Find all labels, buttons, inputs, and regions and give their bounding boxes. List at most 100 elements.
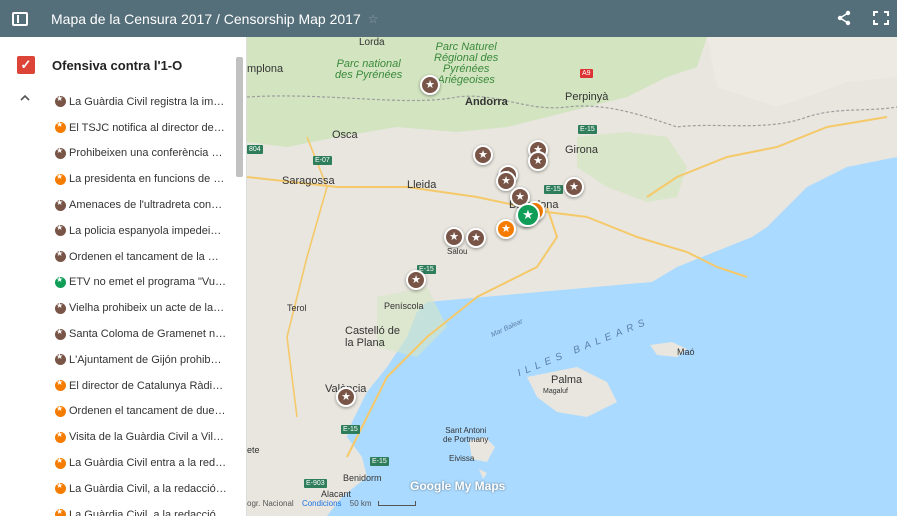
star-marker-icon [55, 172, 66, 185]
share-icon[interactable] [836, 10, 852, 26]
map-marker[interactable]: ★ [420, 75, 440, 95]
list-item-label: Ordenen el tancament de due… [69, 405, 226, 418]
star-marker-icon [55, 507, 66, 516]
list-item[interactable]: Prohibeixen una conferència … [0, 141, 236, 167]
map-label-magaluf: Magaluf [543, 388, 568, 395]
list-item[interactable]: Vielha prohibeix un acte de la… [0, 295, 236, 321]
list-item-label: La Guàrdia Civil entra a la red… [69, 457, 227, 470]
list-item-label: La Guàrdia Civil, a la redacció… [69, 508, 227, 516]
list-item-label: El TSJC notifica al director de… [69, 121, 225, 134]
list-item[interactable]: La Guàrdia Civil entra a la red… [0, 450, 236, 476]
list-item[interactable]: El director de Catalunya Ràdi… [0, 373, 236, 399]
map-marker[interactable]: ★ [564, 177, 584, 197]
list-item-label: La policia espanyola impedei… [69, 224, 222, 237]
star-marker-icon [55, 404, 66, 417]
layer-title[interactable]: Ofensiva contra l'1-O [52, 58, 182, 73]
star-marker-icon [55, 198, 66, 211]
google-my-maps-logo: Google My Maps [410, 479, 506, 493]
map-marker[interactable]: ★ [336, 387, 356, 407]
star-marker-icon [55, 249, 66, 263]
map-label-perpinya: Perpinyà [565, 91, 609, 103]
map-marker[interactable]: ★ [406, 270, 426, 290]
scrollbar[interactable] [236, 57, 243, 177]
list-item[interactable]: Ordenen el tancament de due… [0, 399, 236, 425]
road-shield: E-15 [544, 185, 563, 194]
list-item[interactable]: Santa Coloma de Gramenet n… [0, 321, 236, 347]
star-marker-icon [55, 223, 66, 237]
top-bar: Mapa de la Censura 2017 / Censorship Map… [0, 0, 897, 37]
road-shield: E-15 [341, 425, 360, 434]
list-item-label: Ordenen el tancament de la … [69, 250, 219, 263]
road-shield: E-903 [304, 479, 327, 488]
map-label-parc-national: Parc national des Pyrénées [335, 58, 403, 81]
list-item[interactable]: La presidenta en funcions de … [0, 166, 236, 192]
star-marker-icon [55, 430, 66, 443]
fullscreen-icon[interactable] [873, 11, 889, 25]
map-marker[interactable]: ★ [528, 151, 548, 171]
conditions-link[interactable]: Condicions [302, 499, 342, 508]
map-label-palma: Palma [551, 374, 583, 386]
star-marker-icon [55, 378, 66, 392]
map-label-sant-antoni: Sant Antoni de Portmany [443, 426, 489, 444]
list-item[interactable]: ETV no emet el programa "Vu… [0, 270, 236, 296]
layer-checkbox[interactable]: ✓ [17, 56, 35, 74]
list-item-label: Visita de la Guàrdia Civil a Vil… [69, 431, 224, 444]
panel-toggle-icon[interactable] [12, 11, 28, 26]
list-item[interactable]: Visita de la Guàrdia Civil a Vil… [0, 424, 236, 450]
list-item[interactable]: L'Ajuntament de Gijón prohibe… [0, 347, 236, 373]
map-marker[interactable]: ★ [496, 219, 516, 239]
map-label-peniscola: Peníscola [384, 301, 424, 311]
map-label-ete: ete [247, 445, 260, 455]
map-label-andorra: Andorra [465, 96, 508, 108]
map-label-saragossa: Saragossa [282, 175, 335, 187]
star-outline-icon[interactable]: ☆ [368, 12, 379, 26]
star-marker-icon [55, 481, 66, 495]
list-item[interactable]: La policia espanyola impedei… [0, 218, 236, 244]
scale-bar [377, 501, 416, 507]
star-marker-icon [55, 146, 66, 159]
road-shield: A9 [580, 69, 593, 78]
map-label-benidorm: Benidorm [343, 473, 382, 483]
list-item-label: Santa Coloma de Gramenet n… [69, 328, 227, 341]
list-item[interactable]: Amenaces de l'ultradreta con… [0, 192, 236, 218]
map-label-parc-naturel: Parc Naturel Régional des Pyrénées Ariégeoi… [434, 41, 499, 86]
star-marker-icon [55, 352, 66, 366]
list-item-label: La Guàrdia Civil, a la redacció… [69, 482, 227, 495]
list-item-label: Vielha prohibeix un acte de la… [69, 302, 225, 315]
road-shield: E-15 [370, 457, 389, 466]
map-label-lorda: Lorda [359, 37, 385, 48]
list-item-label: El director de Catalunya Ràdi… [69, 379, 224, 392]
scale-label: 50 km [349, 499, 372, 508]
list-item[interactable]: La Guàrdia Civil registra la im… [0, 89, 236, 115]
star-marker-icon [55, 275, 66, 288]
road-shield: E-15 [578, 125, 597, 134]
map-label-girona: Girona [565, 144, 599, 156]
map-marker[interactable]: ★ [444, 227, 464, 247]
list-item-label: La presidenta en funcions de … [69, 173, 225, 186]
star-marker-icon [55, 327, 66, 340]
list-item[interactable]: La Guàrdia Civil, a la redacció… [0, 476, 236, 502]
star-marker-icon [55, 120, 66, 134]
road-shield: E-07 [313, 156, 332, 165]
map-canvas[interactable]: Lorda mplona Parc national des Pyrénées P… [247, 37, 897, 516]
map-label-mao: Maó [677, 347, 695, 357]
map-label-salou: Salou [447, 247, 468, 256]
map-label-osca: Osca [332, 129, 358, 141]
map-background [247, 37, 897, 516]
star-marker-icon [55, 94, 66, 108]
map-marker[interactable]: ★ [473, 145, 493, 165]
list-item[interactable]: La Guàrdia Civil, a la redacció… [0, 502, 236, 516]
list-item-label: ETV no emet el programa "Vu… [69, 276, 226, 289]
list-item-label: L'Ajuntament de Gijón prohibe… [69, 353, 227, 366]
list-item-label: Amenaces de l'ultradreta con… [69, 199, 223, 212]
list-item-label: La Guàrdia Civil registra la im… [69, 95, 225, 108]
legend-panel: ✓ Ofensiva contra l'1-O La Guàrdia Civil… [0, 37, 247, 516]
map-marker-selected[interactable]: ★ [516, 203, 540, 227]
map-marker[interactable]: ★ [466, 228, 486, 248]
star-marker-icon [55, 456, 66, 469]
list-item[interactable]: Ordenen el tancament de la … [0, 244, 236, 270]
map-attribution: ogr. Nacional [247, 499, 294, 508]
list-item[interactable]: El TSJC notifica al director de… [0, 115, 236, 141]
map-label-pamplona: mplona [247, 63, 284, 75]
list-item-label: Prohibeixen una conferència … [69, 147, 223, 160]
